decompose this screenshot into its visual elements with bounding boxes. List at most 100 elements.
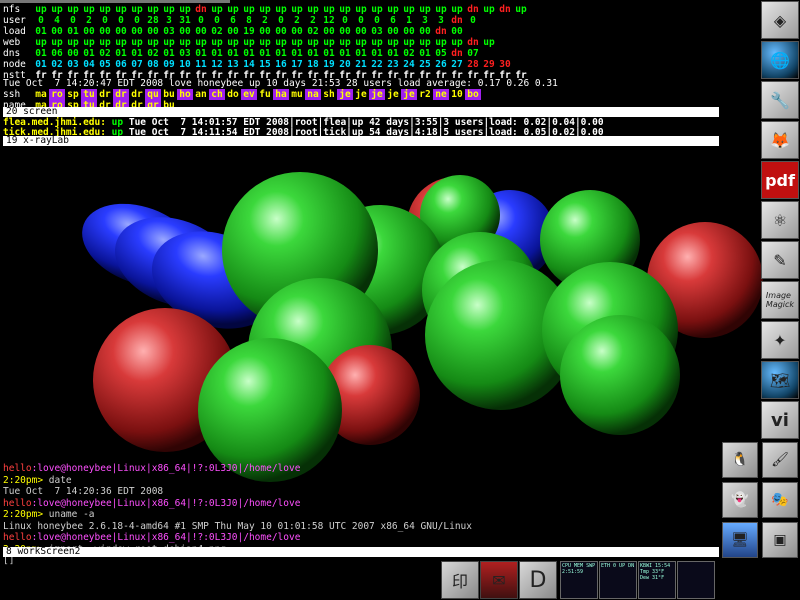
status-cell[interactable]: 01	[193, 48, 209, 59]
status-cell[interactable]: 22	[369, 59, 385, 70]
status-cell[interactable]: 00	[353, 26, 369, 37]
ghost-icon[interactable]: 👻	[722, 482, 758, 518]
status-cell[interactable]: up	[177, 4, 193, 15]
status-cell[interactable]: 07	[465, 48, 481, 59]
status-cell[interactable]: dn	[449, 48, 465, 59]
status-cell[interactable]: up	[289, 4, 305, 15]
status-cell[interactable]: 08	[145, 59, 161, 70]
status-cell[interactable]: up	[177, 37, 193, 48]
status-cell[interactable]: up	[33, 4, 49, 15]
status-cell[interactable]: 3	[161, 15, 177, 26]
window-title-strip[interactable]	[0, 0, 230, 3]
status-cell[interactable]: up	[401, 4, 417, 15]
status-cell[interactable]: 0	[129, 15, 145, 26]
host-cell[interactable]: je	[385, 89, 401, 100]
status-cell[interactable]: 01	[305, 48, 321, 59]
status-cell[interactable]: 0	[369, 15, 385, 26]
molecule-icon[interactable]: ⚛	[761, 201, 799, 239]
status-cell[interactable]: 02	[209, 26, 225, 37]
status-cell[interactable]: up	[337, 37, 353, 48]
status-cell[interactable]: up	[305, 37, 321, 48]
pdf-icon[interactable]: pdf	[761, 161, 799, 199]
status-cell[interactable]: up	[481, 4, 497, 15]
status-cell[interactable]: 3	[417, 15, 433, 26]
status-cell[interactable]: up	[193, 37, 209, 48]
status-cell[interactable]: up	[401, 37, 417, 48]
status-cell[interactable]: 0	[65, 15, 81, 26]
status-cell[interactable]: 20	[337, 59, 353, 70]
seal-icon[interactable]: 印	[441, 561, 479, 599]
mailbox-icon[interactable]: ✉	[480, 561, 518, 599]
status-cell[interactable]: up	[225, 37, 241, 48]
status-cell[interactable]: 00	[129, 26, 145, 37]
status-cell[interactable]: up	[385, 37, 401, 48]
status-cell[interactable]: 17	[289, 59, 305, 70]
status-cell[interactable]: 13	[225, 59, 241, 70]
status-cell[interactable]: up	[241, 37, 257, 48]
status-cell[interactable]: up	[353, 37, 369, 48]
status-cell[interactable]: up	[273, 4, 289, 15]
status-cell[interactable]: up	[481, 37, 497, 48]
status-cell[interactable]: up	[49, 37, 65, 48]
host-cell[interactable]: dr	[129, 89, 145, 100]
status-cell[interactable]: up	[369, 37, 385, 48]
status-cell[interactable]: 4	[49, 15, 65, 26]
monitor-icon[interactable]: ▣	[762, 522, 798, 558]
host-cell[interactable]: r2	[417, 89, 433, 100]
status-cell[interactable]: 29	[481, 59, 497, 70]
status-cell[interactable]: 2	[81, 15, 97, 26]
textedit-icon[interactable]: ✎	[761, 241, 799, 279]
host-cell[interactable]: ne	[433, 89, 449, 100]
status-cell[interactable]: 8	[241, 15, 257, 26]
status-cell[interactable]: 05	[433, 48, 449, 59]
status-cell[interactable]: up	[257, 37, 273, 48]
status-cell[interactable]: 00	[193, 26, 209, 37]
status-cell[interactable]: 00	[321, 26, 337, 37]
status-cell[interactable]: 00	[49, 26, 65, 37]
status-cell[interactable]: 28	[145, 15, 161, 26]
status-cell[interactable]: 2	[257, 15, 273, 26]
host-cell[interactable]: ma	[33, 89, 49, 100]
status-cell[interactable]: 1	[401, 15, 417, 26]
status-cell[interactable]: 26	[433, 59, 449, 70]
status-cell[interactable]: up	[161, 4, 177, 15]
host-cell[interactable]: sp	[65, 89, 81, 100]
status-cell[interactable]: up	[273, 37, 289, 48]
status-cell[interactable]: 0	[33, 15, 49, 26]
status-cell[interactable]: up	[433, 37, 449, 48]
status-cell[interactable]: 03	[177, 48, 193, 59]
status-cell[interactable]: 01	[113, 48, 129, 59]
status-cell[interactable]: up	[33, 37, 49, 48]
status-cell[interactable]: 0	[209, 15, 225, 26]
workscreen-tab-bar[interactable]: 8 workScreen2	[3, 547, 719, 557]
host-cell[interactable]: ho	[177, 89, 193, 100]
status-cell[interactable]: up	[305, 4, 321, 15]
desktop-screen-icon[interactable]: 🖥	[722, 522, 758, 558]
status-cell[interactable]: 00	[97, 26, 113, 37]
host-cell[interactable]: fu	[257, 89, 273, 100]
xraylab-tab-bar[interactable]: 19 x-rayLab	[3, 136, 719, 146]
status-cell[interactable]: 00	[385, 26, 401, 37]
status-cell[interactable]: dn	[433, 26, 449, 37]
status-cell[interactable]: 01	[417, 48, 433, 59]
status-cell[interactable]: up	[513, 4, 529, 15]
status-cell[interactable]: 28	[465, 59, 481, 70]
status-cell[interactable]: up	[449, 37, 465, 48]
status-cell[interactable]: 3	[433, 15, 449, 26]
status-cell[interactable]: 07	[129, 59, 145, 70]
status-cell[interactable]: up	[145, 37, 161, 48]
host-cell[interactable]: je	[401, 89, 417, 100]
host-cell[interactable]: mu	[289, 89, 305, 100]
status-cell[interactable]: 02	[97, 48, 113, 59]
status-cell[interactable]: 12	[209, 59, 225, 70]
masks-icon[interactable]: 🎭	[762, 482, 798, 518]
status-cell[interactable]: 01	[161, 48, 177, 59]
status-cell[interactable]: up	[369, 4, 385, 15]
status-cell[interactable]: 00	[289, 26, 305, 37]
world-map-icon[interactable]: 🗺	[761, 361, 799, 399]
host-cell[interactable]: an	[193, 89, 209, 100]
status-cell[interactable]: dn	[497, 4, 513, 15]
status-cell[interactable]: 02	[49, 59, 65, 70]
host-cell[interactable]: bo	[465, 89, 481, 100]
status-cell[interactable]: 02	[305, 26, 321, 37]
